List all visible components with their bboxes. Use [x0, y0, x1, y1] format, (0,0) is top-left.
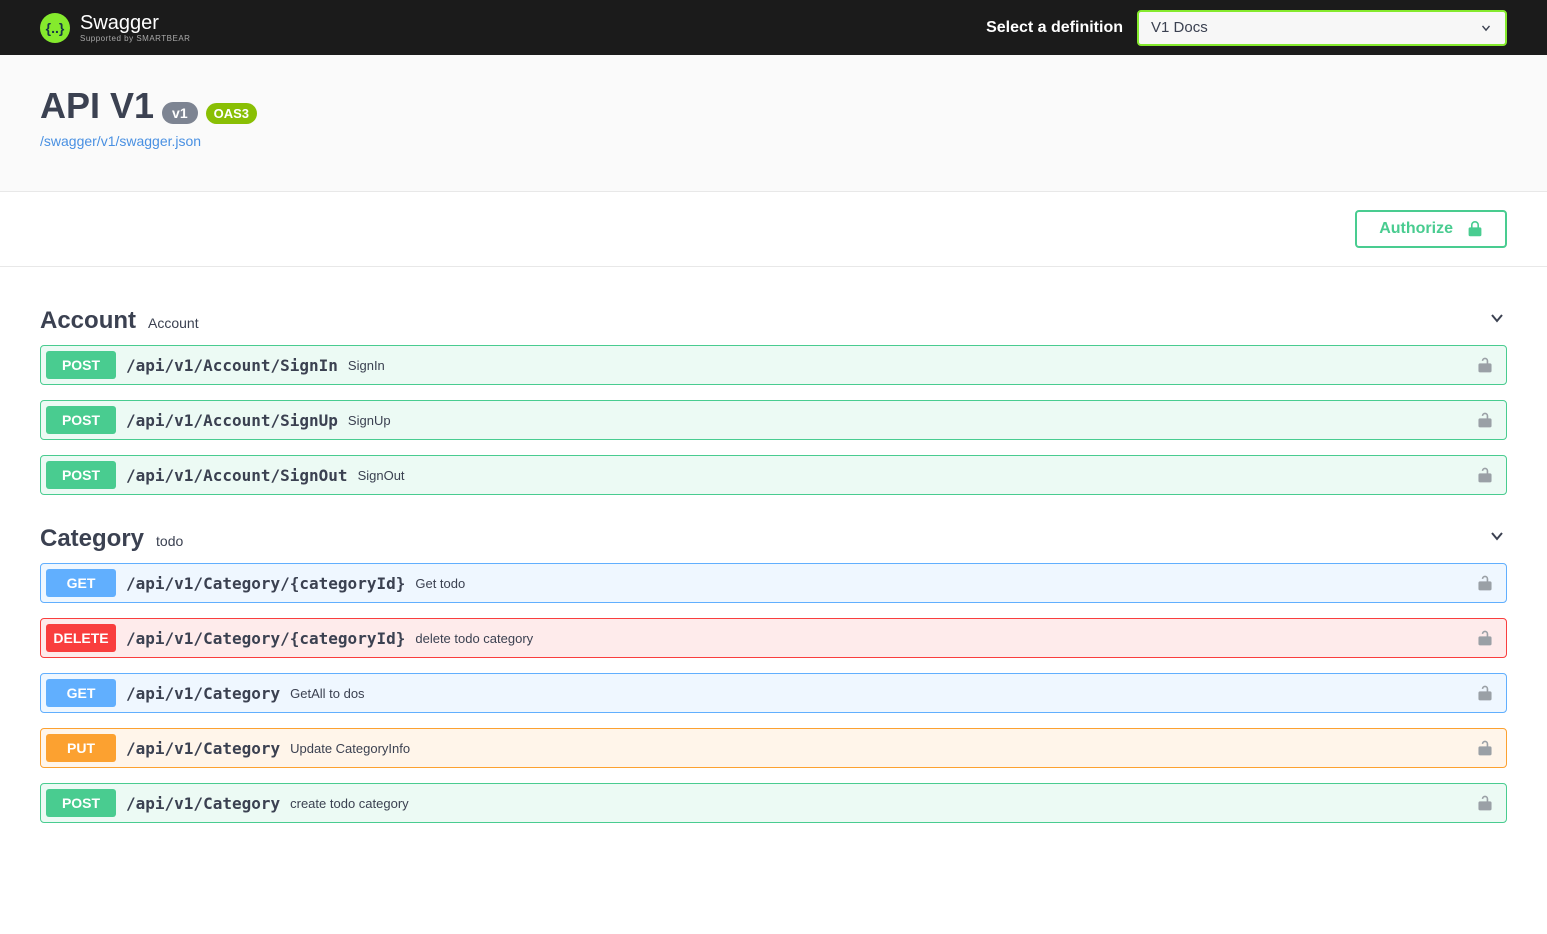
method-badge: POST [46, 461, 116, 489]
lock-icon [1467, 220, 1483, 238]
oas-badge: OAS3 [206, 103, 257, 124]
operation-row[interactable]: GET/api/v1/Category/{categoryId} Get todo [40, 563, 1507, 603]
operation-summary: GetAll to dos [290, 686, 1475, 701]
version-badge: v1 [162, 102, 198, 124]
swagger-brand-text: Swagger Supported by SMARTBEAR [80, 13, 190, 43]
operation-path: /api/v1/Account/SignOut [126, 466, 348, 485]
unlocked-icon [1475, 629, 1495, 647]
brand-label: Swagger [80, 13, 190, 33]
operation-summary: SignIn [348, 358, 1475, 373]
unlocked-icon [1475, 739, 1495, 757]
operation-summary: Update CategoryInfo [290, 741, 1475, 756]
operation-summary: SignOut [358, 468, 1475, 483]
operation-summary: Get todo [415, 576, 1475, 591]
chevron-down-icon [1479, 21, 1493, 35]
api-title: API V1 [40, 85, 154, 127]
method-badge: PUT [46, 734, 116, 762]
method-badge: GET [46, 569, 116, 597]
operation-row[interactable]: POST/api/v1/Account/SignOut SignOut [40, 455, 1507, 495]
spec-link[interactable]: /swagger/v1/swagger.json [40, 133, 201, 149]
unlocked-icon [1475, 794, 1495, 812]
operation-row[interactable]: POST/api/v1/Category create todo category [40, 783, 1507, 823]
operation-row[interactable]: POST/api/v1/Account/SignIn SignIn [40, 345, 1507, 385]
unlocked-icon [1475, 684, 1495, 702]
brand-sublabel: Supported by SMARTBEAR [80, 35, 190, 43]
operation-path: /api/v1/Category [126, 794, 280, 813]
operation-row[interactable]: PUT/api/v1/Category Update CategoryInfo [40, 728, 1507, 768]
tag-header[interactable]: Category todo [40, 515, 1507, 563]
operation-path: /api/v1/Category/{categoryId} [126, 629, 405, 648]
operations-container: Account Account POST/api/v1/Account/SignIn… [0, 267, 1547, 878]
swagger-brand[interactable]: {..} Swagger Supported by SMARTBEAR [40, 13, 190, 43]
authorize-button-label: Authorize [1379, 220, 1453, 238]
page-title: API V1 v1 OAS3 [40, 85, 257, 127]
method-badge: POST [46, 351, 116, 379]
info-section: API V1 v1 OAS3 /swagger/v1/swagger.json [0, 55, 1547, 192]
tag-desc: todo [156, 533, 183, 549]
tag-name: Category [40, 525, 144, 553]
definition-select-label: Select a definition [986, 19, 1123, 37]
operation-row[interactable]: DELETE/api/v1/Category/{categoryId} delet… [40, 618, 1507, 658]
tag-header[interactable]: Account Account [40, 297, 1507, 345]
definition-select[interactable]: V1 Docs [1137, 10, 1507, 46]
method-badge: POST [46, 789, 116, 817]
definition-select-value: V1 Docs [1151, 19, 1208, 36]
chevron-down-icon [1487, 526, 1507, 546]
operation-path: /api/v1/Category [126, 684, 280, 703]
method-badge: GET [46, 679, 116, 707]
method-badge: POST [46, 406, 116, 434]
tag-name: Account [40, 307, 136, 335]
operation-path: /api/v1/Account/SignIn [126, 356, 338, 375]
method-badge: DELETE [46, 624, 116, 652]
operation-summary: create todo category [290, 796, 1475, 811]
operation-summary: delete todo category [415, 631, 1475, 646]
operation-path: /api/v1/Category [126, 739, 280, 758]
unlocked-icon [1475, 466, 1495, 484]
auth-wrapper: Authorize [0, 192, 1547, 267]
operation-path: /api/v1/Account/SignUp [126, 411, 338, 430]
tag-section: Category todo GET/api/v1/Category/{categor… [40, 515, 1507, 823]
tag-desc: Account [148, 315, 199, 331]
unlocked-icon [1475, 411, 1495, 429]
operation-row[interactable]: GET/api/v1/Category GetAll to dos [40, 673, 1507, 713]
swagger-logo-icon: {..} [40, 13, 70, 43]
chevron-down-icon [1487, 308, 1507, 328]
unlocked-icon [1475, 574, 1495, 592]
topbar: {..} Swagger Supported by SMARTBEAR Sele… [0, 0, 1547, 55]
tag-section: Account Account POST/api/v1/Account/SignIn… [40, 297, 1507, 495]
operation-path: /api/v1/Category/{categoryId} [126, 574, 405, 593]
operation-summary: SignUp [348, 413, 1475, 428]
operation-row[interactable]: POST/api/v1/Account/SignUp SignUp [40, 400, 1507, 440]
unlocked-icon [1475, 356, 1495, 374]
definition-selector-wrapper: Select a definition V1 Docs [986, 10, 1507, 46]
authorize-button[interactable]: Authorize [1355, 210, 1507, 248]
